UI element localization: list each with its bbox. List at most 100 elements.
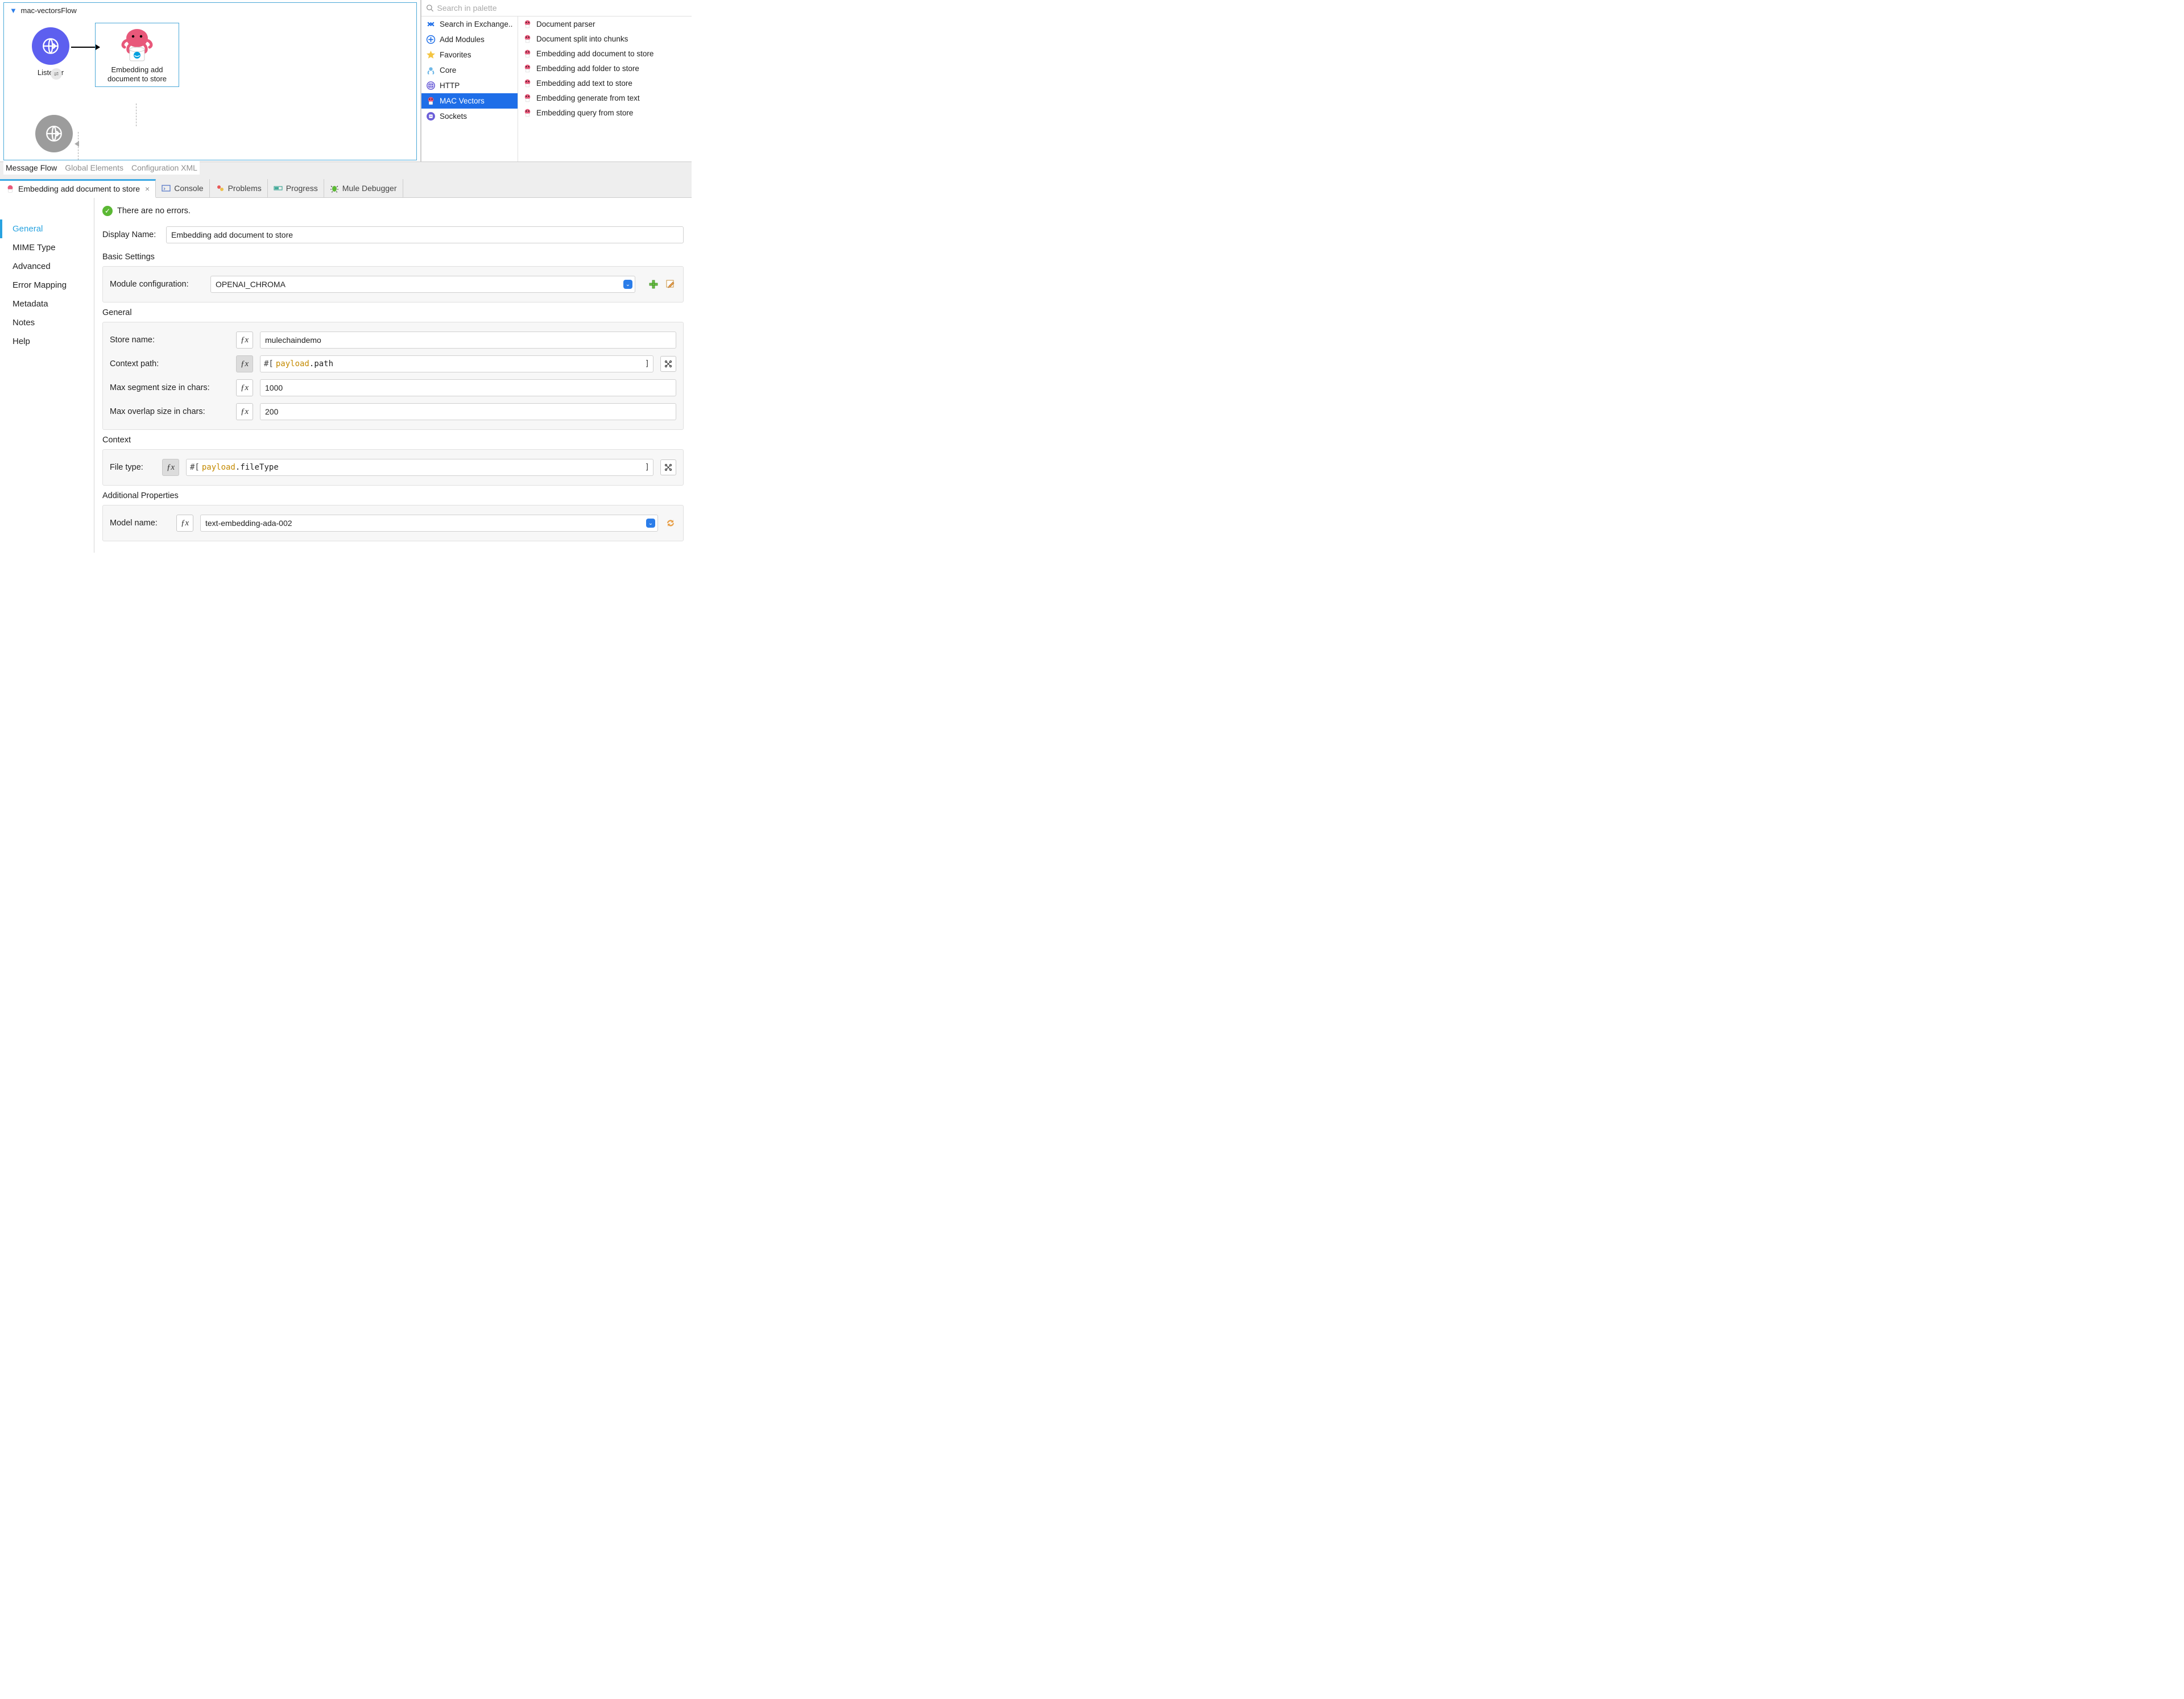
fx-toggle[interactable]: ƒx bbox=[176, 515, 193, 532]
store-name-input[interactable] bbox=[260, 331, 676, 349]
max-segment-input[interactable] bbox=[260, 379, 676, 396]
fx-toggle[interactable]: ƒx bbox=[162, 459, 179, 476]
flow-node-response[interactable] bbox=[14, 115, 94, 156]
tab-properties[interactable]: Embedding add document to store × bbox=[0, 179, 156, 198]
sidebar-item-notes[interactable]: Notes bbox=[0, 313, 94, 332]
test-connection-button[interactable] bbox=[660, 459, 676, 475]
octopus-icon bbox=[114, 27, 160, 63]
palette-category-core[interactable]: Core bbox=[421, 63, 518, 78]
sidebar-item-mime-type[interactable]: MIME Type bbox=[0, 238, 94, 257]
octopus-icon bbox=[523, 93, 532, 103]
exchange-icon bbox=[426, 19, 436, 29]
palette-operation[interactable]: Document split into chunks bbox=[518, 31, 692, 46]
context-path-label: Context path: bbox=[110, 359, 229, 368]
palette-category-search-in-exchange-[interactable]: Search in Exchange.. bbox=[421, 16, 518, 32]
sidebar-item-advanced[interactable]: Advanced bbox=[0, 257, 94, 276]
check-icon: ✓ bbox=[102, 206, 113, 216]
edit-config-button[interactable] bbox=[665, 279, 676, 290]
collapse-icon[interactable]: ▼ bbox=[10, 6, 17, 15]
octopus-icon bbox=[523, 49, 532, 59]
palette-operation[interactable]: Embedding add folder to store bbox=[518, 61, 692, 76]
flow-canvas[interactable]: ▼ mac-vectorsFlow Listener bbox=[0, 0, 421, 161]
palette-category-add-modules[interactable]: Add Modules bbox=[421, 32, 518, 47]
file-type-label: File type: bbox=[110, 463, 155, 472]
octopus-icon bbox=[523, 19, 532, 29]
bidirectional-icon bbox=[51, 68, 62, 80]
properties-main: ✓ There are no errors. Display Name: Bas… bbox=[94, 198, 692, 553]
palette-operation[interactable]: Embedding query from store bbox=[518, 105, 692, 120]
sidebar-item-help[interactable]: Help bbox=[0, 332, 94, 351]
palette-search-input[interactable] bbox=[437, 3, 687, 13]
chevron-down-icon[interactable]: ⌄ bbox=[623, 280, 632, 289]
chevron-down-icon[interactable]: ⌄ bbox=[646, 519, 655, 528]
star-icon bbox=[426, 50, 436, 60]
palette-category-http[interactable]: HTTP bbox=[421, 78, 518, 93]
status-bar: ✓ There are no errors. bbox=[102, 205, 684, 223]
flow-node-listener[interactable]: Listener bbox=[11, 27, 90, 77]
tab-problems[interactable]: Problems bbox=[210, 179, 268, 197]
tab-console[interactable]: Console bbox=[156, 179, 209, 197]
globe-icon bbox=[32, 27, 69, 65]
sidebar-item-metadata[interactable]: Metadata bbox=[0, 295, 94, 313]
flow-title[interactable]: ▼ mac-vectorsFlow bbox=[4, 3, 416, 18]
refresh-button[interactable] bbox=[665, 517, 676, 529]
display-name-input[interactable] bbox=[166, 226, 684, 243]
socket-icon bbox=[426, 111, 436, 121]
octopus-icon bbox=[523, 64, 532, 73]
palette-category-favorites[interactable]: Favorites bbox=[421, 47, 518, 63]
tab-mule-debugger[interactable]: Mule Debugger bbox=[324, 179, 403, 197]
context-path-input[interactable]: #[ payload.path ] bbox=[260, 355, 653, 372]
max-segment-label: Max segment size in chars: bbox=[110, 383, 229, 392]
fx-toggle[interactable]: ƒx bbox=[236, 403, 253, 420]
palette-category-sockets[interactable]: Sockets bbox=[421, 109, 518, 124]
octopus-icon bbox=[523, 108, 532, 118]
octopus-icon bbox=[6, 184, 15, 193]
search-icon bbox=[426, 4, 433, 12]
module-config-select[interactable] bbox=[210, 276, 635, 293]
section-additional: Additional Properties bbox=[102, 486, 684, 503]
palette-category-mac-vectors[interactable]: MAC Vectors bbox=[421, 93, 518, 109]
fx-toggle[interactable]: ƒx bbox=[236, 331, 253, 349]
flow-node-embedding-add-doc[interactable]: Embedding add document to store bbox=[95, 23, 179, 87]
bug-icon bbox=[330, 184, 339, 193]
fx-toggle[interactable]: ƒx bbox=[236, 379, 253, 396]
display-name-label: Display Name: bbox=[102, 230, 159, 239]
store-name-label: Store name: bbox=[110, 335, 229, 345]
octo-icon bbox=[426, 96, 436, 106]
palette-operation[interactable]: Embedding generate from text bbox=[518, 90, 692, 105]
tab-configuration-xml[interactable]: Configuration XML bbox=[131, 163, 197, 172]
palette-operations: Document parserDocument split into chunk… bbox=[518, 16, 692, 161]
mule-palette: Search in Exchange..Add ModulesFavorites… bbox=[421, 0, 692, 161]
section-general: General bbox=[102, 302, 684, 320]
section-basic-settings: Basic Settings bbox=[102, 247, 684, 264]
octopus-icon bbox=[523, 78, 532, 88]
tab-global-elements[interactable]: Global Elements bbox=[65, 163, 123, 172]
palette-categories: Search in Exchange..Add ModulesFavorites… bbox=[421, 16, 518, 161]
tab-progress[interactable]: Progress bbox=[268, 179, 324, 197]
max-overlap-input[interactable] bbox=[260, 403, 676, 420]
palette-operation[interactable]: Embedding add text to store bbox=[518, 76, 692, 90]
palette-operation[interactable]: Document parser bbox=[518, 16, 692, 31]
file-type-input[interactable]: #[ payload.fileType ] bbox=[186, 459, 653, 476]
palette-search[interactable] bbox=[421, 0, 692, 16]
model-name-select[interactable] bbox=[200, 515, 658, 532]
model-name-label: Model name: bbox=[110, 519, 169, 528]
globe-icon bbox=[35, 115, 73, 152]
section-context: Context bbox=[102, 430, 684, 447]
palette-operation[interactable]: Embedding add document to store bbox=[518, 46, 692, 61]
tab-message-flow[interactable]: Message Flow bbox=[6, 163, 57, 172]
sidebar-item-error-mapping[interactable]: Error Mapping bbox=[0, 276, 94, 295]
problems-icon bbox=[216, 184, 225, 193]
canvas-tabs: Message Flow Global Elements Configurati… bbox=[3, 161, 200, 175]
test-connection-button[interactable] bbox=[660, 356, 676, 372]
fx-toggle[interactable]: ƒx bbox=[236, 355, 253, 372]
sidebar-item-general[interactable]: General bbox=[0, 219, 94, 238]
properties-sidebar: GeneralMIME TypeAdvancedError MappingMet… bbox=[0, 198, 94, 553]
max-overlap-label: Max overlap size in chars: bbox=[110, 407, 229, 416]
plus-circle-icon bbox=[426, 35, 436, 44]
node-label: Embedding add document to store bbox=[97, 65, 177, 84]
close-icon[interactable]: × bbox=[145, 184, 150, 193]
progress-icon bbox=[274, 184, 283, 193]
module-config-label: Module configuration: bbox=[110, 280, 204, 289]
add-config-button[interactable] bbox=[648, 279, 659, 290]
